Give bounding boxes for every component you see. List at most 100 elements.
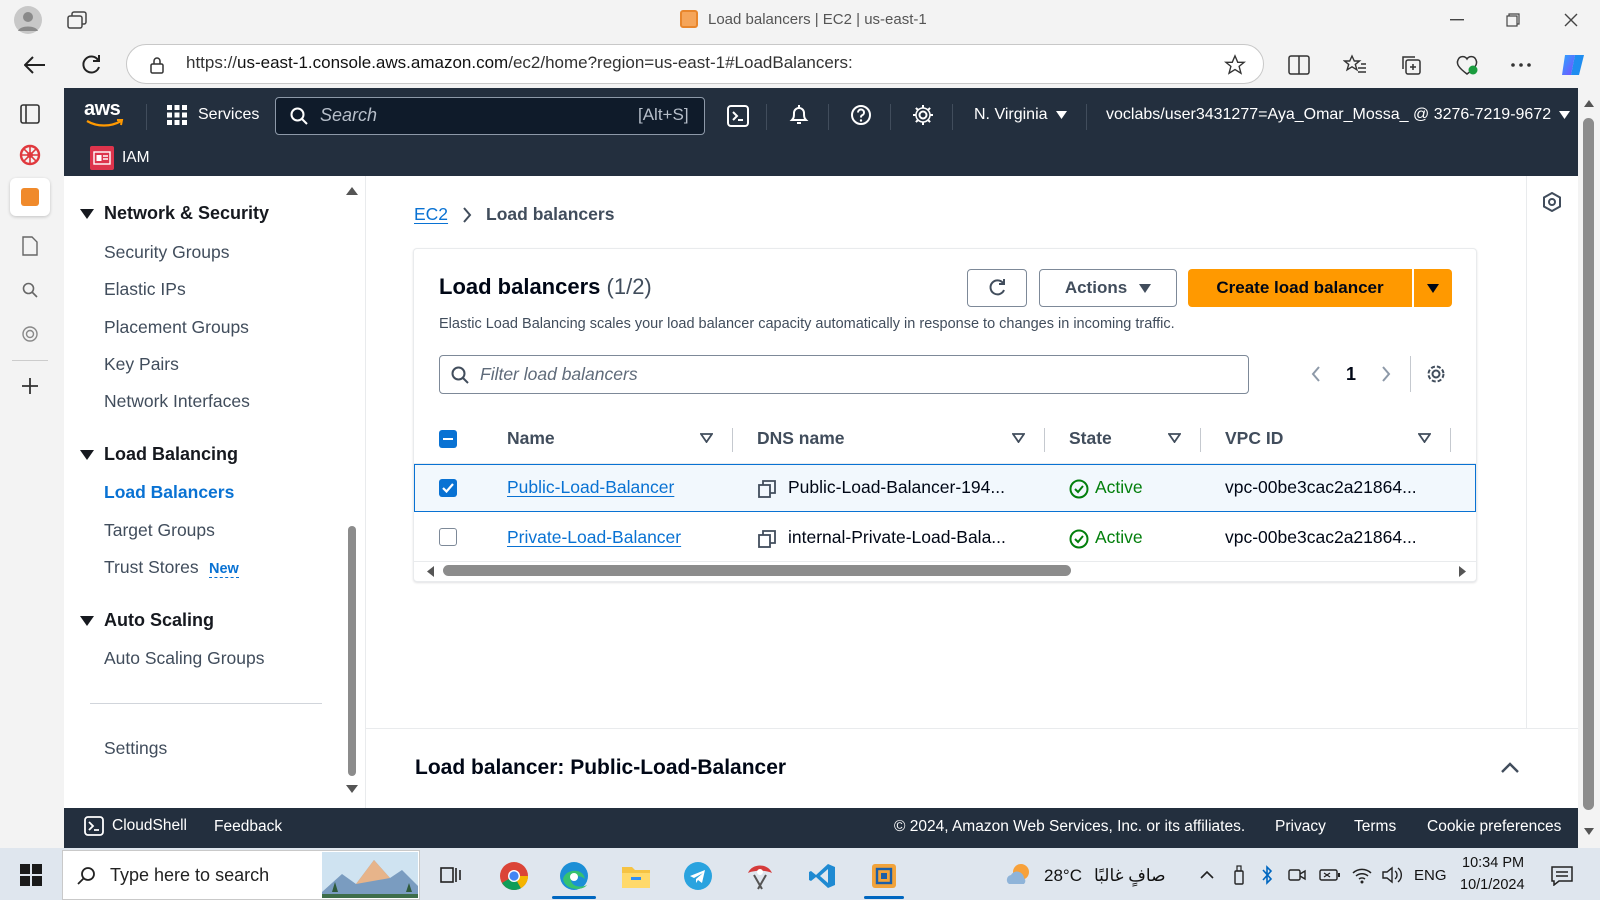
cookie-preferences-link[interactable]: Cookie preferences <box>1427 818 1561 836</box>
telegram-icon[interactable] <box>682 860 714 892</box>
snipping-app-icon[interactable] <box>744 860 776 892</box>
terms-link[interactable]: Terms <box>1354 818 1396 836</box>
task-view-icon[interactable] <box>436 862 466 888</box>
document-icon[interactable] <box>16 232 44 260</box>
tab-actions-icon[interactable] <box>64 8 90 32</box>
region-selector[interactable]: N. Virginia <box>974 106 1067 124</box>
table-preferences-gear-icon[interactable] <box>1424 362 1448 386</box>
add-icon[interactable] <box>16 372 44 400</box>
cloudshell-button[interactable]: CloudShell <box>84 816 187 836</box>
sort-caret-icon[interactable] <box>698 430 714 446</box>
copilot-icon[interactable] <box>1558 50 1588 80</box>
column-header-dns[interactable]: DNS name <box>757 428 845 449</box>
iam-service-icon[interactable] <box>90 146 114 170</box>
row-checkbox-checked[interactable] <box>439 479 457 497</box>
refresh-icon[interactable] <box>76 50 106 80</box>
help-icon[interactable] <box>849 103 873 127</box>
actions-button[interactable]: Actions <box>1039 269 1177 307</box>
column-header-state[interactable]: State <box>1069 428 1112 449</box>
cloudshell-icon[interactable] <box>726 104 750 128</box>
app-wheel-icon[interactable] <box>16 141 44 169</box>
load-balancer-name-link[interactable]: Public-Load-Balancer <box>507 477 674 498</box>
tools-panel-icon[interactable] <box>1540 190 1564 214</box>
favorites-icon[interactable] <box>1342 52 1368 78</box>
vscode-icon[interactable] <box>806 860 838 892</box>
services-menu[interactable]: Services <box>198 106 259 124</box>
battery-icon[interactable] <box>1318 864 1342 886</box>
settings-gear-icon[interactable] <box>911 103 935 127</box>
sidebar-item-key-pairs[interactable]: Key Pairs <box>104 354 179 375</box>
notification-center-icon[interactable] <box>1548 862 1576 890</box>
services-grid-icon[interactable] <box>166 104 188 126</box>
sidebar-item-elastic-ips[interactable]: Elastic IPs <box>104 279 186 300</box>
iam-favorite-link[interactable]: IAM <box>122 149 150 167</box>
restore-icon[interactable] <box>1500 8 1526 32</box>
chrome-icon[interactable] <box>498 860 530 892</box>
column-divider[interactable] <box>732 428 733 452</box>
page-number[interactable]: 1 <box>1346 364 1356 385</box>
browser-tab-title[interactable]: Load balancers | EC2 | us-east-1 <box>680 10 927 28</box>
column-divider[interactable] <box>1450 428 1451 452</box>
notifications-bell-icon[interactable] <box>787 103 811 127</box>
sidebar-item-security-groups[interactable]: Security Groups <box>104 242 229 263</box>
virtualbox-icon[interactable] <box>868 860 900 892</box>
create-load-balancer-button[interactable]: Create load balancer <box>1188 269 1412 307</box>
load-balancer-name-link[interactable]: Private-Load-Balancer <box>507 527 681 548</box>
page-scroll-up-icon[interactable] <box>1582 96 1596 110</box>
clock-time[interactable]: 10:34 PM <box>1462 855 1524 871</box>
page-scroll-down-icon[interactable] <box>1582 824 1596 838</box>
sort-caret-icon[interactable] <box>1010 430 1026 446</box>
scroll-right-icon[interactable] <box>1456 564 1468 578</box>
sidebar-scroll-down-icon[interactable] <box>344 782 360 796</box>
wifi-icon[interactable] <box>1350 864 1374 886</box>
select-all-checkbox[interactable] <box>439 430 457 448</box>
sidebar-item-network-interfaces[interactable]: Network Interfaces <box>104 391 250 412</box>
windows-start-icon[interactable] <box>14 862 48 888</box>
aws-app-icon[interactable] <box>10 178 50 216</box>
lock-icon[interactable] <box>146 54 168 76</box>
minimize-icon[interactable] <box>1444 8 1470 32</box>
clock-date[interactable]: 10/1/2024 <box>1460 877 1525 893</box>
split-screen-icon[interactable] <box>1286 52 1312 78</box>
column-header-vpc[interactable]: VPC ID <box>1225 428 1283 449</box>
next-page-icon[interactable] <box>1376 362 1396 386</box>
openai-icon[interactable] <box>16 320 44 348</box>
sort-caret-icon[interactable] <box>1416 430 1432 446</box>
column-divider[interactable] <box>1044 428 1045 452</box>
breadcrumb-ec2[interactable]: EC2 <box>414 204 448 225</box>
sidebar-item-placement-groups[interactable]: Placement Groups <box>104 317 249 338</box>
meet-now-icon[interactable] <box>1286 864 1308 886</box>
edge-browser-icon[interactable] <box>558 860 590 892</box>
more-menu-icon[interactable] <box>1508 52 1534 78</box>
sidebar-item-target-groups[interactable]: Target Groups <box>104 520 215 541</box>
tab-panel-icon[interactable] <box>16 100 44 128</box>
weather-temperature[interactable]: 28°C <box>1044 866 1082 886</box>
sidebar-item-auto-scaling-groups[interactable]: Auto Scaling Groups <box>104 648 265 669</box>
table-horizontal-scrollbar[interactable] <box>443 565 1071 576</box>
privacy-link[interactable]: Privacy <box>1275 818 1326 836</box>
refresh-button[interactable] <box>967 269 1027 307</box>
browser-essentials-icon[interactable] <box>1454 52 1480 78</box>
copy-icon[interactable] <box>757 529 777 549</box>
bluetooth-icon[interactable] <box>1258 864 1276 886</box>
prev-page-icon[interactable] <box>1306 362 1326 386</box>
sidebar-scroll-up-icon[interactable] <box>344 184 360 198</box>
chevron-up-icon[interactable] <box>1498 756 1522 780</box>
sidebar-item-load-balancers[interactable]: Load Balancers <box>104 482 234 503</box>
weather-description[interactable]: صافٍ غالبًا <box>1094 866 1166 886</box>
section-network-security[interactable]: Network & Security <box>80 203 269 224</box>
back-icon[interactable] <box>20 50 50 80</box>
section-auto-scaling[interactable]: Auto Scaling <box>80 610 214 631</box>
sort-caret-icon[interactable] <box>1166 430 1182 446</box>
account-menu[interactable]: voclabs/user3431277=Aya_Omar_Mossa_ @ 32… <box>1106 106 1571 124</box>
sidebar-item-settings[interactable]: Settings <box>104 738 167 759</box>
scroll-left-icon[interactable] <box>424 564 436 578</box>
collections-icon[interactable] <box>1398 52 1424 78</box>
feedback-link[interactable]: Feedback <box>214 818 282 836</box>
copy-icon[interactable] <box>757 479 777 499</box>
volume-icon[interactable] <box>1380 864 1404 886</box>
row-checkbox[interactable] <box>439 528 457 546</box>
column-header-name[interactable]: Name <box>507 428 555 449</box>
search-sidebar-icon[interactable] <box>16 276 44 304</box>
sidebar-item-trust-stores[interactable]: Trust Stores <box>104 557 199 578</box>
